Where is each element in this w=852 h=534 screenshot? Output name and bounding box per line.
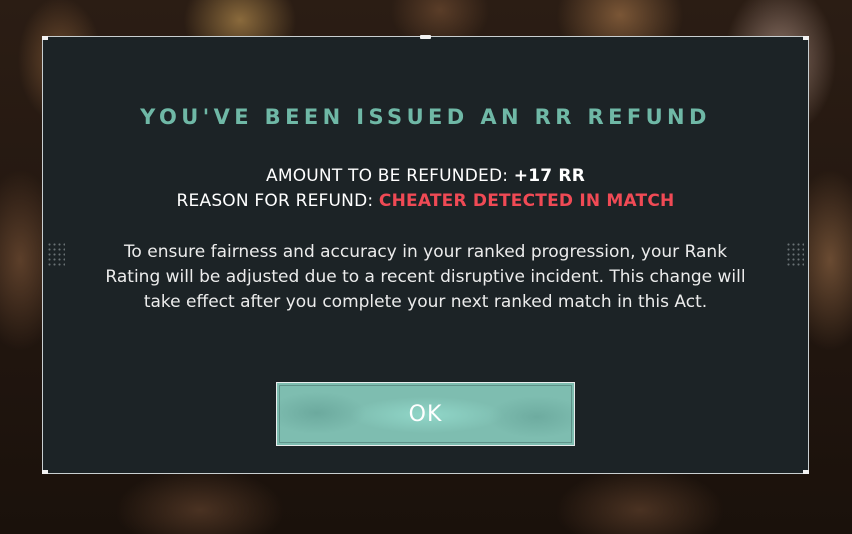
reason-value: CHEATER DETECTED IN MATCH: [378, 191, 675, 211]
dialog-title: YOU'VE BEEN ISSUED AN RR REFUND: [140, 105, 711, 129]
corner-accent: [42, 470, 48, 474]
amount-label: AMOUNT TO BE REFUNDED:: [266, 166, 509, 186]
corner-accent: [803, 470, 809, 474]
corner-accent: [803, 36, 809, 40]
rr-refund-dialog: YOU'VE BEEN ISSUED AN RR REFUND AMOUNT T…: [42, 35, 809, 474]
reason-label: REASON FOR REFUND:: [176, 191, 374, 211]
corner-accent: [42, 36, 48, 40]
amount-value: +17 RR: [513, 166, 585, 186]
ok-button[interactable]: OK: [276, 382, 575, 446]
top-notch: [420, 35, 431, 39]
left-grip-dots-icon: [47, 242, 65, 268]
dialog-body-text: To ensure fairness and accuracy in your …: [105, 242, 746, 312]
ok-button-label: OK: [408, 401, 443, 427]
game-background: YOU'VE BEEN ISSUED AN RR REFUND AMOUNT T…: [0, 0, 852, 534]
refund-amount-line: AMOUNT TO BE REFUNDED: +17 RR: [43, 166, 808, 186]
right-grip-dots-icon: [786, 242, 804, 268]
refund-reason-line: REASON FOR REFUND: CHEATER DETECTED IN M…: [43, 191, 808, 211]
